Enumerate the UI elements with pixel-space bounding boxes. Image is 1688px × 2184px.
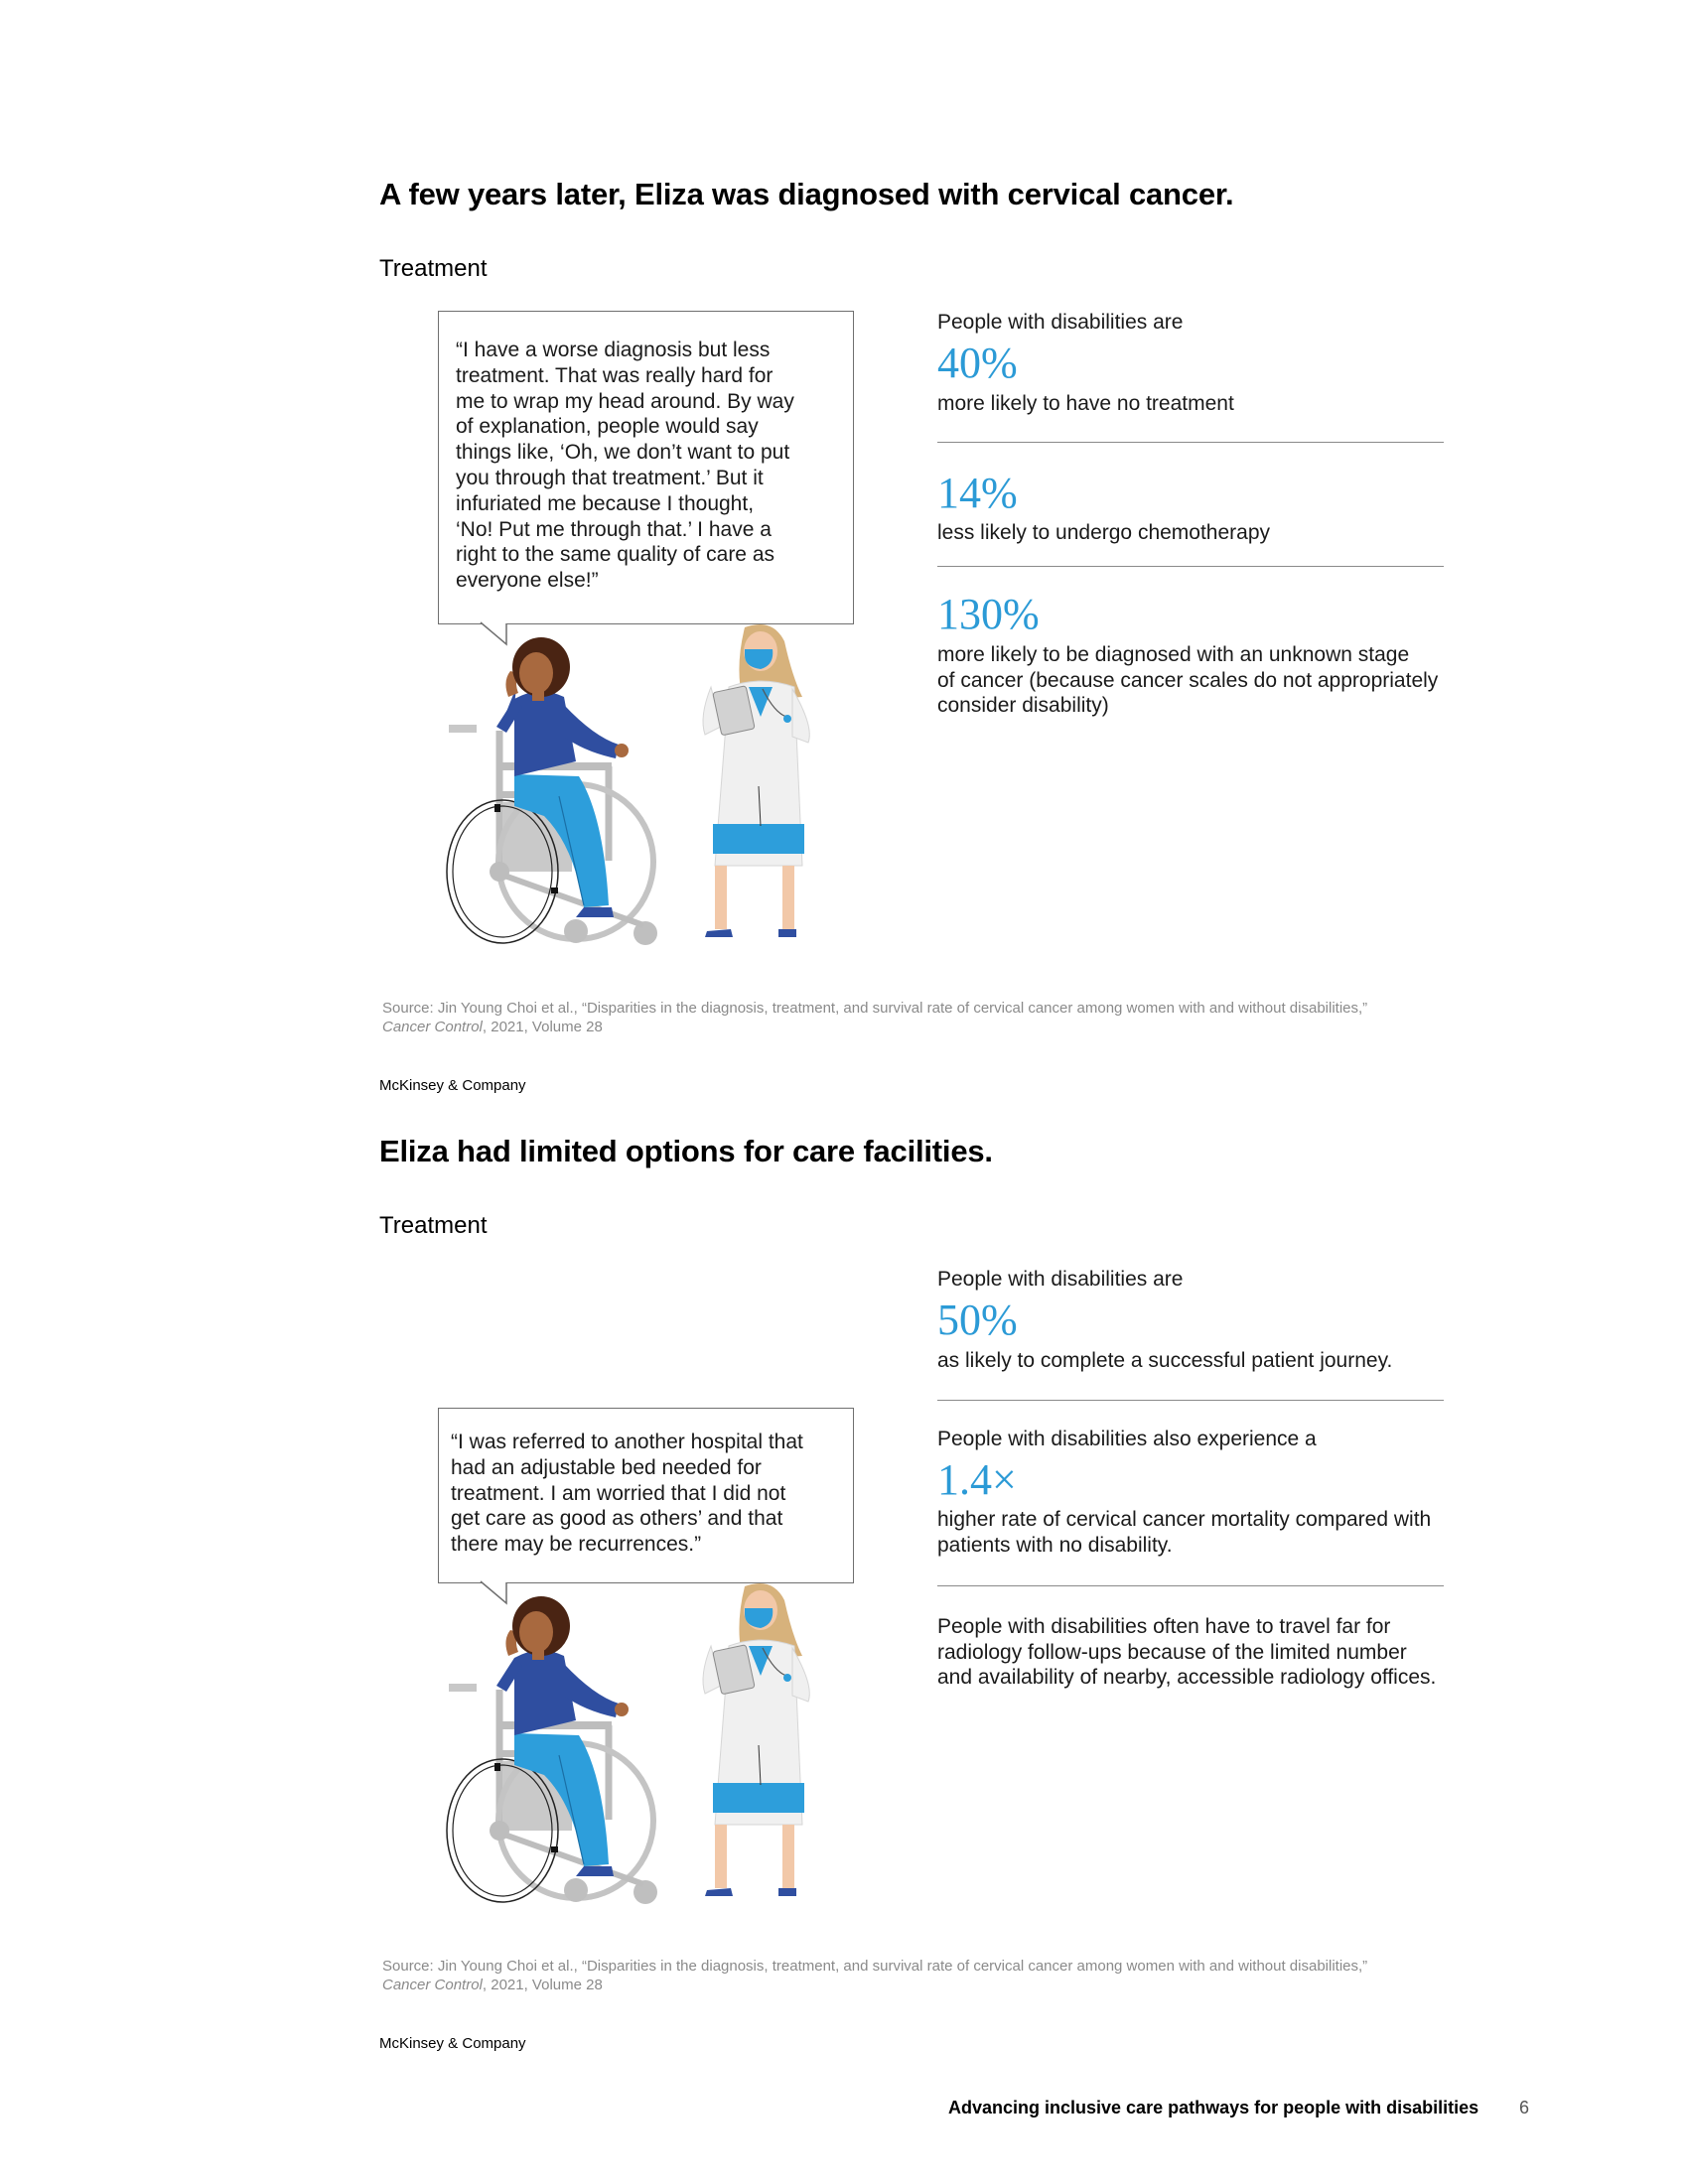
source-text: Source: Jin Young Choi et al., “Disparit… (382, 1958, 1368, 1975)
divider (937, 442, 1444, 443)
source-text: Source: Jin Young Choi et al., “Disparit… (382, 1000, 1368, 1017)
section1-title: A few years later, Eliza was diagnosed w… (379, 177, 1234, 211)
divider (937, 566, 1444, 567)
section2-stat1-label: as likely to complete a successful patie… (937, 1349, 1393, 1372)
section2-title: Eliza had limited options for care facil… (379, 1134, 993, 1168)
section2-stat3-text: People with disabilities often have to t… (937, 1615, 1437, 1689)
page-number: 6 (1519, 2098, 1530, 2117)
quote-text-1: “I have a worse diagnosis but less treat… (456, 339, 794, 593)
patient-in-wheelchair-illustration (446, 1583, 810, 1904)
section1-stat-intro: People with disabilities are (937, 311, 1184, 334)
section1-stat2-label: less likely to undergo chemotherapy (937, 521, 1271, 544)
source-details: , 2021, Volume 28 (482, 1019, 603, 1035)
section1-stat2-value: 14% (937, 469, 1018, 517)
section1-stat1-value: 40% (937, 339, 1018, 387)
footer-report-title: Advancing inclusive care pathways for pe… (948, 2098, 1479, 2117)
section2-stat2-value: 1.4× (937, 1455, 1017, 1504)
section2-stat2-label: higher rate of cervical cancer mortality… (937, 1508, 1432, 1557)
source-journal: Cancer Control (382, 1977, 483, 1993)
divider (937, 1400, 1444, 1401)
brand-label: McKinsey & Company (379, 1077, 526, 1094)
section2-stat1-value: 50% (937, 1296, 1018, 1344)
section1-stat1-label: more likely to have no treatment (937, 392, 1234, 415)
section2-stat1-intro: People with disabilities are (937, 1268, 1184, 1291)
quote-text-2: “I was referred to another hospital that… (451, 1431, 803, 1557)
section1-stat3-value: 130% (937, 590, 1040, 638)
section1-subhead: Treatment (379, 255, 488, 282)
section2-subhead: Treatment (379, 1212, 488, 1239)
section2-stat2-intro: People with disabilities also experience… (937, 1428, 1317, 1450)
section1-source: Source: Jin Young Choi et al., “Disparit… (382, 999, 1475, 1036)
source-journal: Cancer Control (382, 1019, 483, 1035)
patient-in-wheelchair-illustration (446, 624, 810, 945)
source-details: , 2021, Volume 28 (482, 1977, 603, 1993)
section2-source: Source: Jin Young Choi et al., “Disparit… (382, 1957, 1475, 1994)
section1-stat3-label: more likely to be diagnosed with an unkn… (937, 643, 1439, 717)
divider (937, 1585, 1444, 1586)
brand-label: McKinsey & Company (379, 2035, 526, 2052)
